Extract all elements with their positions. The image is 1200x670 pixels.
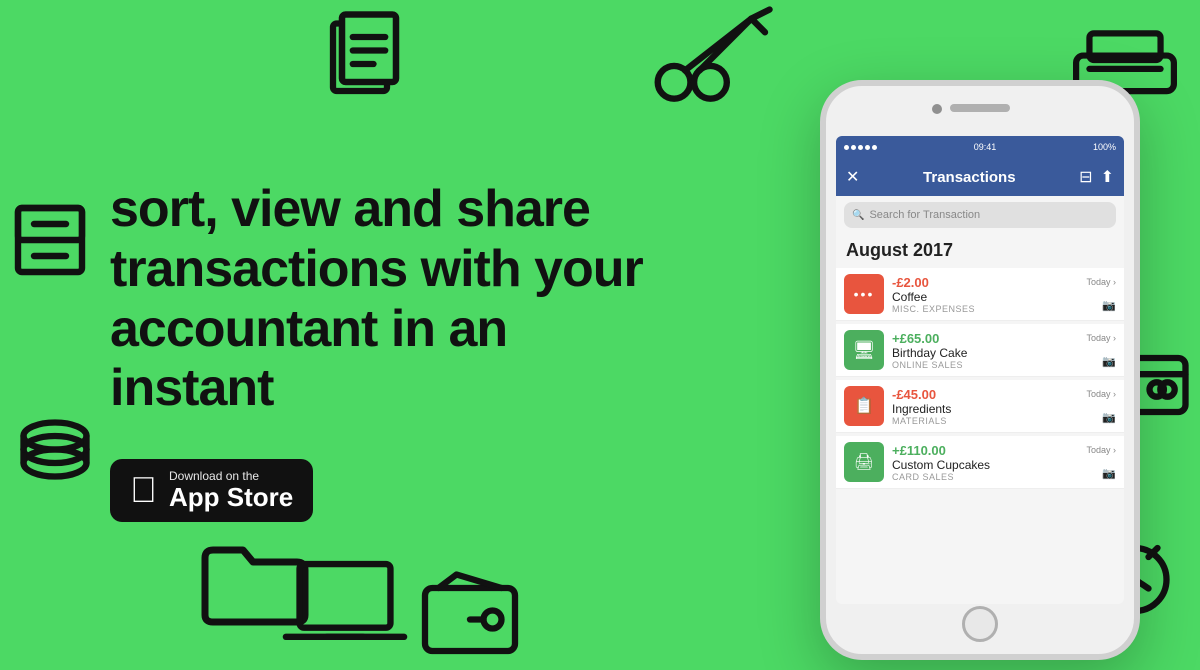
transaction-info-2: +£65.00 Birthday Cake ONLINE SALES: [892, 331, 1086, 370]
deco-laptop: [280, 555, 410, 655]
phone-camera: [932, 104, 942, 114]
transaction-amount-4: +£110.00: [892, 443, 1086, 458]
app-store-text: Download on the App Store: [169, 469, 293, 512]
nav-bar: ✕ Transactions ⊟ ⬆: [836, 158, 1124, 196]
transaction-info-3: -£45.00 Ingredients MATERIALS: [892, 387, 1086, 426]
icon-ingredients: 📋: [854, 396, 874, 416]
background: sort, view and share transactions with y…: [0, 0, 1200, 670]
transaction-info-1: -£2.00 Coffee MISC. EXPENSES: [892, 275, 1086, 314]
transaction-category-2: ONLINE SALES: [892, 360, 1086, 370]
dot-4: [865, 145, 870, 150]
deco-documents: [310, 10, 410, 100]
transaction-icon-4: 🖨: [844, 442, 884, 482]
camera-icon-3: 📷: [1102, 411, 1116, 424]
transaction-right-1: Today › 📷: [1086, 277, 1116, 312]
transaction-category-4: CARD SALES: [892, 472, 1086, 482]
transaction-right-3: Today › 📷: [1086, 389, 1116, 424]
transaction-icon-2: 🖥: [844, 330, 884, 370]
home-button[interactable]: [962, 606, 998, 642]
camera-icon-1: 📷: [1102, 299, 1116, 312]
icon-monitor: 🖥: [853, 340, 876, 361]
deco-filing-cabinet: [10, 200, 90, 280]
dot-2: [851, 145, 856, 150]
transaction-name-3: Ingredients: [892, 402, 1086, 416]
transaction-date-3: Today ›: [1086, 389, 1116, 399]
icon-dots: •••: [854, 286, 875, 302]
transaction-amount-2: +£65.00: [892, 331, 1086, 346]
deco-wallet: [420, 570, 520, 660]
transaction-name-1: Coffee: [892, 290, 1086, 304]
phone-mockup: 09:41 100% ✕ Transactions ⊟ ⬆ 🔍 Search f…: [820, 80, 1140, 660]
transaction-name-2: Birthday Cake: [892, 346, 1086, 360]
phone-outer: 09:41 100% ✕ Transactions ⊟ ⬆ 🔍 Search f…: [820, 80, 1140, 660]
share-icon[interactable]: ⬆: [1101, 167, 1114, 187]
transaction-amount-3: -£45.00: [892, 387, 1086, 402]
transaction-item-2[interactable]: 🖥 +£65.00 Birthday Cake ONLINE SALES Tod…: [836, 324, 1124, 377]
transaction-icon-1: •••: [844, 274, 884, 314]
app-store-bottom-text: App Store: [169, 483, 293, 512]
dot-5: [872, 145, 877, 150]
transaction-category-3: MATERIALS: [892, 416, 1086, 426]
transaction-date-4: Today ›: [1086, 445, 1116, 455]
transaction-name-4: Custom Cupcakes: [892, 458, 1086, 472]
status-bar: 09:41 100%: [836, 136, 1124, 158]
phone-screen: 09:41 100% ✕ Transactions ⊟ ⬆ 🔍 Search f…: [836, 136, 1124, 604]
app-store-top-text: Download on the: [169, 469, 293, 483]
close-icon[interactable]: ✕: [846, 167, 859, 187]
search-icon: 🔍: [852, 210, 864, 221]
icon-printer: 🖨: [854, 452, 874, 472]
transaction-amount-1: -£2.00: [892, 275, 1086, 290]
nav-right-icons: ⊟ ⬆: [1079, 167, 1114, 187]
filter-icon[interactable]: ⊟: [1079, 167, 1092, 187]
transaction-right-4: Today › 📷: [1086, 445, 1116, 480]
deco-scissors: [650, 5, 780, 105]
headline: sort, view and share transactions with y…: [110, 180, 660, 419]
status-battery: 100%: [1093, 142, 1116, 152]
transaction-item[interactable]: ••• -£2.00 Coffee MISC. EXPENSES Today ›…: [836, 268, 1124, 321]
month-header: August 2017: [836, 234, 1124, 265]
transaction-icon-3: 📋: [844, 386, 884, 426]
search-placeholder: Search for Transaction: [869, 209, 980, 221]
left-content: sort, view and share transactions with y…: [110, 180, 660, 522]
search-bar[interactable]: 🔍 Search for Transaction: [844, 202, 1116, 228]
dot-3: [858, 145, 863, 150]
deco-coins: [10, 400, 100, 490]
transaction-date-2: Today ›: [1086, 333, 1116, 343]
camera-icon-4: 📷: [1102, 467, 1116, 480]
transaction-item-4[interactable]: 🖨 +£110.00 Custom Cupcakes CARD SALES To…: [836, 436, 1124, 489]
dot-1: [844, 145, 849, 150]
transaction-date-1: Today ›: [1086, 277, 1116, 287]
nav-title: Transactions: [923, 169, 1016, 186]
transaction-info-4: +£110.00 Custom Cupcakes CARD SALES: [892, 443, 1086, 482]
transactions-list: ••• -£2.00 Coffee MISC. EXPENSES Today ›…: [836, 268, 1124, 489]
transaction-right-2: Today › 📷: [1086, 333, 1116, 368]
apple-logo-icon: : [130, 472, 157, 508]
phone-speaker: [950, 104, 1010, 112]
transaction-item-3[interactable]: 📋 -£45.00 Ingredients MATERIALS Today › …: [836, 380, 1124, 433]
status-time: 09:41: [974, 142, 997, 152]
transaction-category-1: MISC. EXPENSES: [892, 304, 1086, 314]
camera-icon-2: 📷: [1102, 355, 1116, 368]
status-dots: [844, 145, 877, 150]
app-store-button[interactable]:  Download on the App Store: [110, 459, 313, 522]
